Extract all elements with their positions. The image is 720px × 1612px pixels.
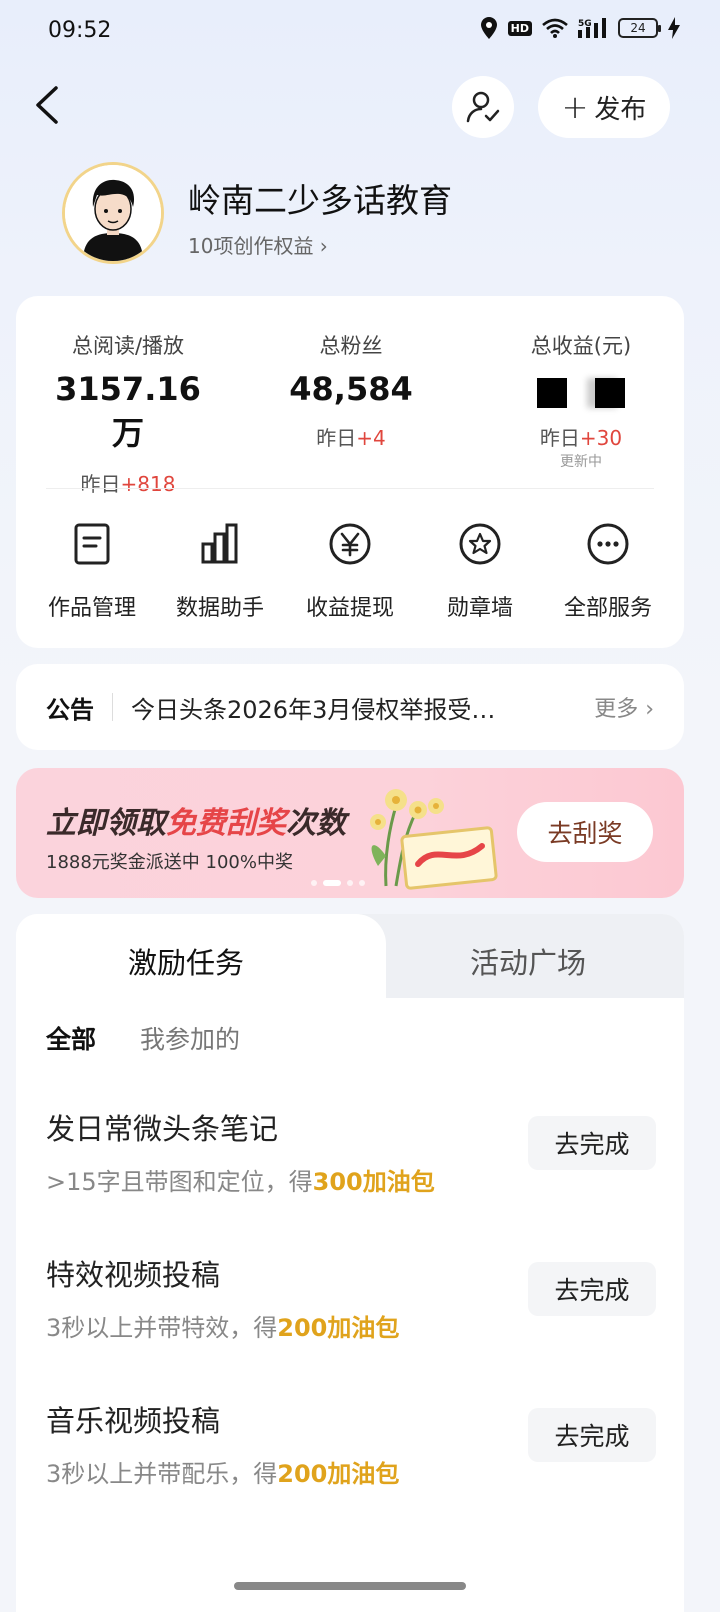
promo-banner[interactable]: 立即领取免费刮奖次数 1888元奖金派送中 100%中奖 去刮奖	[16, 768, 684, 898]
home-indicator[interactable]	[234, 1582, 466, 1590]
plus-icon: +	[561, 88, 589, 126]
tasks-panel: 激励任务 活动广场 全部 我参加的 发日常微头条笔记 >15字且带图和定位，得3…	[16, 914, 684, 1612]
flower-envelope-illustration-icon	[370, 789, 498, 890]
divider	[112, 693, 113, 721]
service-all[interactable]: 全部服务	[548, 518, 668, 622]
stat-label: 总粉丝	[319, 334, 383, 358]
filter-joined[interactable]: 我参加的	[140, 1020, 240, 1056]
back-arrow-icon	[36, 86, 58, 124]
carousel-indicator	[311, 880, 365, 886]
hd-badge: HD	[507, 20, 532, 36]
service-label: 作品管理	[47, 596, 136, 621]
task-reward: 200加油包	[277, 1460, 400, 1488]
service-medal-wall[interactable]: 勋章墙	[420, 518, 540, 622]
service-label: 数据助手	[175, 596, 264, 621]
carousel-dot-active	[323, 880, 341, 886]
task-reward: 300加油包	[312, 1168, 435, 1196]
task-item: 发日常微头条笔记 >15字且带图和定位，得300加油包 去完成	[46, 1106, 656, 1206]
status-time: 09:52	[48, 18, 112, 43]
service-label: 收益提现	[305, 596, 394, 621]
back-button[interactable]	[30, 80, 70, 130]
banner-title: 立即领取免费刮奖次数	[46, 806, 346, 841]
signal-icon: 5G	[578, 18, 606, 38]
redaction-block	[595, 378, 625, 408]
stat-value: 3157.16万	[55, 370, 201, 452]
avatar-illustration-icon	[65, 165, 161, 261]
announcement-bar[interactable]: 公告 今日头条2026年3月侵权举报受… 更多 ›	[16, 664, 684, 750]
stat-label: 总收益(元)	[530, 334, 632, 358]
stat-value-redacted	[506, 374, 656, 412]
announcement-more-link[interactable]: 更多 ›	[594, 691, 654, 723]
avatar[interactable]	[62, 162, 164, 264]
creator-rights-link[interactable]: 10项创作权益 ›	[188, 230, 328, 259]
redaction-block	[537, 378, 567, 408]
location-icon	[480, 17, 497, 39]
yen-icon	[329, 523, 371, 565]
account-switch-button[interactable]	[452, 76, 514, 138]
stat-delta: 昨日+30	[539, 426, 623, 450]
carousel-dot	[359, 880, 365, 886]
status-icons: HD 5G 24	[480, 16, 680, 40]
tab-incentive-tasks[interactable]: 激励任务	[128, 940, 244, 982]
battery-icon: 24	[618, 18, 661, 38]
complete-task-button[interactable]: 去完成	[528, 1408, 656, 1462]
account-name: 岭南二少多话教育	[188, 181, 452, 220]
task-item: 特效视频投稿 3秒以上并带特效，得200加油包 去完成	[46, 1252, 656, 1352]
task-item: 音乐视频投稿 3秒以上并带配乐，得200加油包 去完成	[46, 1398, 656, 1498]
service-works-management[interactable]: 作品管理	[32, 518, 152, 622]
complete-task-button[interactable]: 去完成	[528, 1116, 656, 1170]
announcement-tag: 公告	[46, 695, 94, 724]
user-check-icon	[466, 91, 500, 123]
divider	[46, 488, 654, 489]
stat-label: 总阅读/播放	[71, 334, 185, 358]
stat-delta: 昨日+4	[316, 426, 386, 450]
complete-task-button[interactable]: 去完成	[528, 1262, 656, 1316]
service-label: 全部服务	[563, 596, 652, 621]
stat-total-reads[interactable]: 总阅读/播放 3157.16万 昨日+818	[48, 330, 208, 497]
service-data-assistant[interactable]: 数据助手	[160, 518, 280, 622]
publish-label: 发布	[594, 94, 647, 125]
document-icon	[74, 523, 110, 565]
stat-total-fans[interactable]: 总粉丝 48,584 昨日+4	[276, 330, 426, 451]
updating-note: 更新中	[560, 454, 602, 470]
stat-total-earnings[interactable]: 总收益(元) 昨日+30 更新中	[506, 330, 656, 471]
task-reward: 200加油包	[277, 1314, 400, 1342]
banner-subtitle: 1888元奖金派送中 100%中奖	[46, 852, 293, 873]
stat-delta: 昨日+818	[80, 472, 176, 496]
charging-icon	[668, 17, 680, 39]
tab-activity-square[interactable]: 活动广场	[470, 940, 586, 982]
service-label: 勋章墙	[446, 596, 513, 621]
scratch-button[interactable]: 去刮奖	[517, 802, 653, 862]
service-withdraw[interactable]: 收益提现	[290, 518, 410, 622]
carousel-dot	[311, 880, 317, 886]
stats-card: 总阅读/播放 3157.16万 昨日+818 总粉丝 48,584 昨日+4 总…	[16, 296, 684, 648]
stat-value: 48,584	[289, 370, 413, 408]
publish-button[interactable]: + 发布	[538, 76, 670, 138]
wifi-icon	[542, 18, 568, 38]
announcement-text: 今日头条2026年3月侵权举报受…	[131, 695, 496, 724]
medal-icon	[459, 523, 501, 565]
more-icon	[587, 523, 629, 565]
bar-chart-icon	[201, 523, 238, 564]
filter-all[interactable]: 全部	[46, 1020, 96, 1056]
carousel-dot	[347, 880, 353, 886]
